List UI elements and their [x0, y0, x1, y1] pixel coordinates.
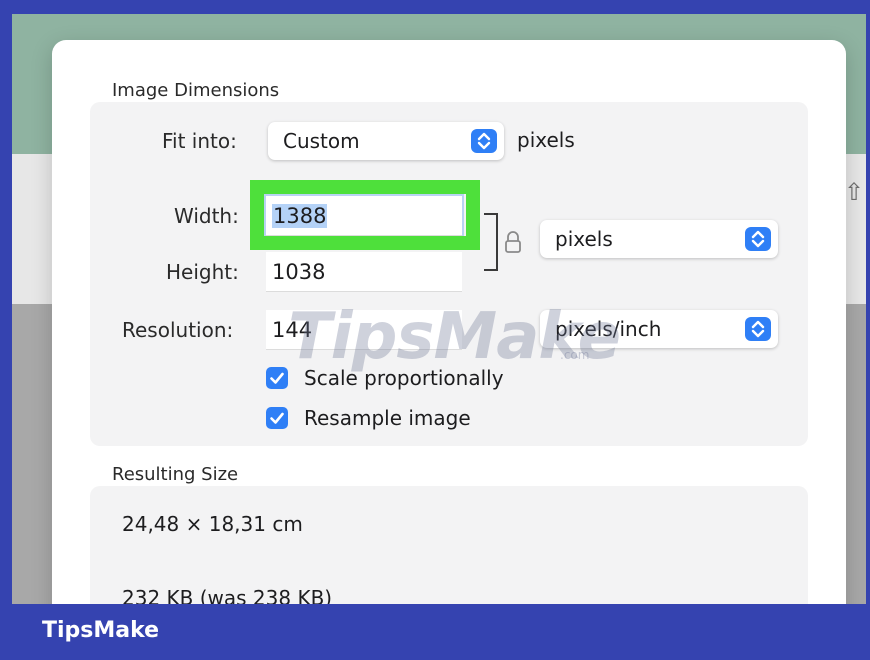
image-dimensions-title: Image Dimensions: [112, 80, 280, 101]
resolution-unit-popup[interactable]: pixels/inch: [540, 310, 778, 348]
frame-right-border: [866, 0, 870, 660]
height-label: Height:: [166, 260, 239, 284]
fit-into-label: Fit into:: [162, 129, 237, 153]
resulting-dimensions: 24,48 × 18,31 cm: [122, 512, 303, 536]
resolution-field[interactable]: 144: [266, 310, 462, 350]
footer-banner: TipsMake: [0, 604, 870, 660]
width-value: 1388: [272, 204, 328, 228]
scale-proportionally-checkbox[interactable]: [266, 367, 288, 389]
checkmark-icon: [270, 412, 284, 424]
size-unit-popup[interactable]: pixels: [540, 220, 778, 258]
up-down-chevron-icon: [471, 129, 497, 153]
height-field[interactable]: 1038: [266, 252, 462, 292]
resample-image-checkbox[interactable]: [266, 407, 288, 429]
checkmark-icon: [270, 372, 284, 384]
height-value: 1038: [272, 260, 326, 284]
size-unit-value: pixels: [555, 227, 613, 251]
share-icon[interactable]: ⇧: [844, 180, 864, 204]
adjust-size-dialog: Image Dimensions Fit into: Custom pixels…: [52, 40, 846, 640]
scale-proportionally-label[interactable]: Scale proportionally: [304, 366, 504, 390]
fit-into-unit: pixels: [517, 128, 575, 152]
resolution-label: Resolution:: [122, 318, 234, 342]
fit-into-value: Custom: [283, 129, 360, 153]
width-field[interactable]: 1388: [266, 196, 462, 236]
up-down-chevron-icon: [745, 317, 771, 341]
width-label: Width:: [174, 204, 239, 228]
footer-brand: TipsMake: [42, 618, 160, 643]
fit-into-popup[interactable]: Custom: [268, 122, 504, 160]
resolution-value: 144: [272, 318, 313, 342]
resulting-size-title: Resulting Size: [112, 464, 239, 485]
resolution-unit-value: pixels/inch: [555, 317, 662, 341]
frame-top-border: [0, 0, 870, 14]
aspect-link-bracket: [484, 213, 498, 271]
lock-icon: [503, 230, 523, 254]
resample-image-label[interactable]: Resample image: [304, 406, 471, 430]
frame-left-border: [0, 0, 12, 660]
up-down-chevron-icon: [745, 227, 771, 251]
